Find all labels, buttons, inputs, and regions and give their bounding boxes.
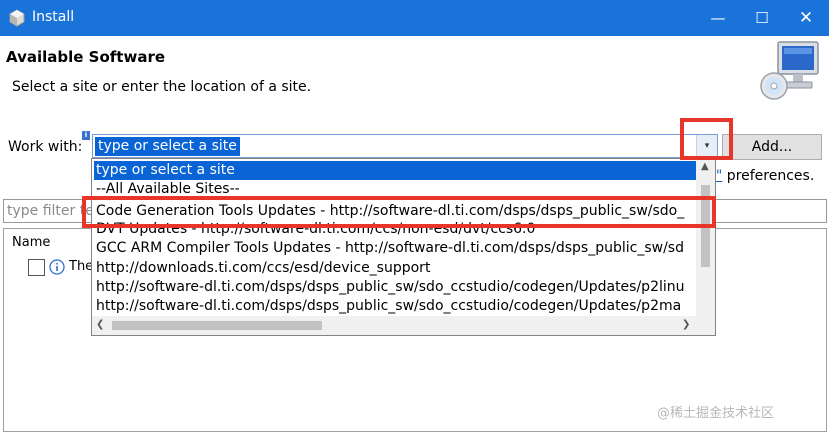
window-title: Install — [32, 9, 75, 25]
scroll-up-icon[interactable]: ▲ — [701, 161, 709, 172]
column-header-name[interactable]: Name — [12, 235, 50, 250]
work-with-label: Work with: — [8, 139, 83, 155]
computer-cd-icon — [760, 41, 819, 100]
wizard-header: Available Software Select a site or ente… — [0, 36, 829, 116]
scrollbar-corner — [696, 316, 715, 335]
dropdown-vertical-scrollbar[interactable]: ▲ — [696, 159, 715, 316]
scroll-right-icon[interactable]: ❯ — [682, 319, 690, 330]
minimize-button[interactable]: — — [696, 0, 740, 36]
table-row-label: The — [69, 259, 94, 274]
highlight-box-code-generation-item — [82, 196, 716, 228]
dropdown-item[interactable]: http://software-dl.ti.com/dsps/dsps_publ… — [94, 297, 696, 316]
maximize-button[interactable]: ☐ — [740, 0, 784, 36]
work-with-input-value[interactable]: type or select a site — [95, 137, 240, 156]
close-button[interactable]: ✕ — [784, 0, 828, 36]
watermark: @稀土掘金技术社区 — [657, 406, 775, 421]
eclipse-icon — [9, 9, 25, 27]
dropdown-item[interactable]: GCC ARM Compiler Tools Updates - http://… — [94, 239, 696, 258]
row-checkbox[interactable] — [28, 259, 45, 276]
dropdown-item[interactable]: type or select a site — [94, 161, 696, 180]
filter-placeholder: type filter te — [7, 203, 94, 219]
site-dropdown-list[interactable]: type or select a site --All Available Si… — [91, 158, 716, 336]
horizontal-scroll-thumb[interactable] — [112, 321, 322, 330]
scroll-left-icon[interactable]: ❮ — [96, 319, 104, 330]
dropdown-horizontal-scrollbar[interactable]: ❮ ❯ — [92, 316, 696, 335]
work-with-combo[interactable]: type or select a site — [92, 134, 718, 158]
info-icon: i — [82, 131, 90, 140]
highlight-box-dropdown-arrow — [680, 118, 733, 160]
preferences-label: preferences. — [722, 168, 815, 184]
title-bar: Install — ☐ ✕ — [0, 0, 829, 36]
dropdown-item[interactable]: http://software-dl.ti.com/dsps/dsps_publ… — [94, 278, 696, 297]
preferences-text: es" preferences. — [700, 168, 814, 184]
info-icon — [49, 259, 65, 275]
page-title: Available Software — [6, 48, 166, 66]
page-description: Select a site or enter the location of a… — [12, 79, 312, 95]
add-button[interactable]: Add... — [722, 134, 822, 160]
dropdown-item[interactable]: http://downloads.ti.com/ccs/esd/device_s… — [94, 259, 696, 278]
